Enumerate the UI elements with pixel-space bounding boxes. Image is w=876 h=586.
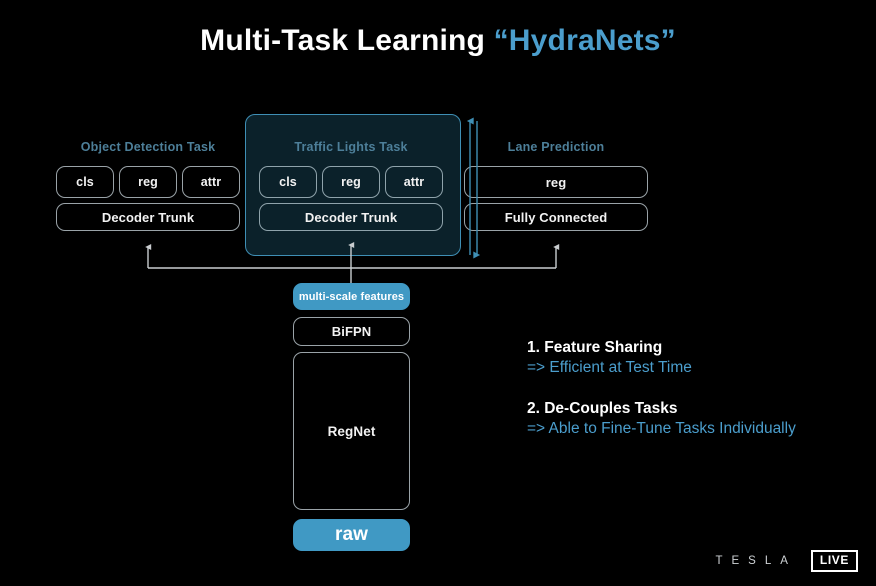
connector-diagram — [145, 117, 560, 283]
page-title: Multi-Task Learning “HydraNets” — [0, 24, 876, 58]
backbone-bifpn[interactable]: BiFPN — [293, 317, 410, 346]
task-label-lane-prediction: Lane Prediction — [507, 140, 605, 154]
benefit-item-2: 2. De-Couples Tasks => Able to Fine-Tune… — [527, 399, 857, 440]
footer-branding: TESLA LIVE — [713, 550, 858, 572]
live-badge: LIVE — [810, 550, 858, 572]
lane-prediction-fully-connected[interactable]: Fully Connected — [464, 203, 648, 231]
backbone-multi-scale-features[interactable]: multi-scale features — [293, 283, 410, 310]
task-label-traffic-lights: Traffic Lights Task — [294, 140, 408, 154]
traffic-lights-head-attr[interactable]: attr — [385, 166, 443, 198]
page-title-main: Multi-Task Learning — [200, 24, 486, 57]
benefit-1-detail: => Efficient at Test Time — [527, 359, 692, 377]
tesla-wordmark: TESLA — [715, 555, 797, 567]
object-detection-decoder-trunk[interactable]: Decoder Trunk — [56, 203, 240, 231]
lane-prediction-head-reg[interactable]: reg — [464, 166, 648, 198]
benefit-2-detail: => Able to Fine-Tune Tasks Individually — [527, 420, 796, 438]
benefits-list: 1. Feature Sharing => Efficient at Test … — [527, 338, 857, 460]
benefit-item-1: 1. Feature Sharing => Efficient at Test … — [527, 338, 857, 379]
benefit-2-heading: 2. De-Couples Tasks — [527, 399, 678, 417]
page-title-highlight: “HydraNets” — [493, 24, 676, 57]
benefit-1-heading: 1. Feature Sharing — [527, 339, 663, 356]
object-detection-head-reg[interactable]: reg — [119, 166, 177, 198]
slide-canvas: Multi-Task Learning “HydraNets” Object D… — [0, 0, 876, 586]
object-detection-head-cls[interactable]: cls — [56, 166, 114, 198]
traffic-lights-head-cls[interactable]: cls — [259, 166, 317, 198]
task-label-object-detection: Object Detection Task — [80, 140, 216, 154]
backbone-raw-input[interactable]: raw — [293, 519, 410, 551]
traffic-lights-decoder-trunk[interactable]: Decoder Trunk — [259, 203, 443, 231]
object-detection-head-attr[interactable]: attr — [182, 166, 240, 198]
backbone-regnet[interactable]: RegNet — [293, 352, 410, 510]
traffic-lights-head-reg[interactable]: reg — [322, 166, 380, 198]
